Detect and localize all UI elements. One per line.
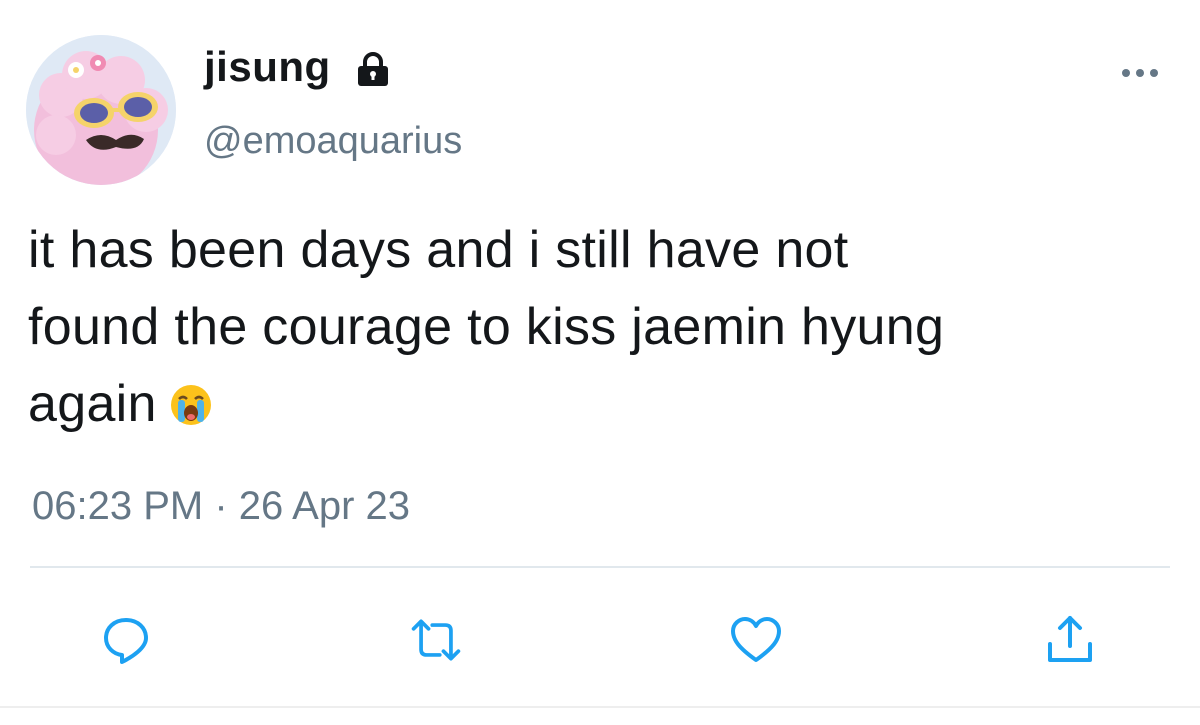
- tweet-text-line: again: [28, 375, 157, 433]
- user-handle[interactable]: @emoaquarius: [204, 120, 462, 163]
- retweet-button[interactable]: [408, 612, 464, 668]
- display-name[interactable]: jisung: [204, 43, 331, 91]
- loudly-crying-face-emoji: [169, 372, 213, 425]
- share-button[interactable]: [1042, 612, 1098, 668]
- like-button[interactable]: [728, 612, 784, 668]
- more-options-button[interactable]: [1110, 58, 1170, 88]
- like-icon: [731, 617, 781, 662]
- lock-icon: [355, 51, 391, 87]
- tweet-text-line: found the courage to kiss jaemin hyung: [28, 298, 945, 356]
- share-icon: [1048, 616, 1092, 662]
- tweet-card: jisung @emoaquarius it has been days and…: [0, 0, 1200, 725]
- retweet-icon: [411, 619, 461, 661]
- avatar[interactable]: [26, 35, 176, 185]
- author-row: jisung: [204, 42, 391, 92]
- more-horizontal-icon: [1122, 69, 1158, 77]
- reply-button[interactable]: [98, 612, 154, 668]
- tweet-text-line-last: again: [28, 366, 1178, 443]
- tweet-text-line: it has been days and i still have not: [28, 221, 849, 279]
- divider: [0, 706, 1200, 708]
- tweet-timestamp[interactable]: 06:23 PM · 26 Apr 23: [32, 484, 410, 529]
- tweet-text: it has been days and i still have not fo…: [28, 212, 1178, 443]
- tweet-actions: [0, 600, 1200, 670]
- divider: [30, 566, 1170, 568]
- reply-icon: [104, 618, 148, 664]
